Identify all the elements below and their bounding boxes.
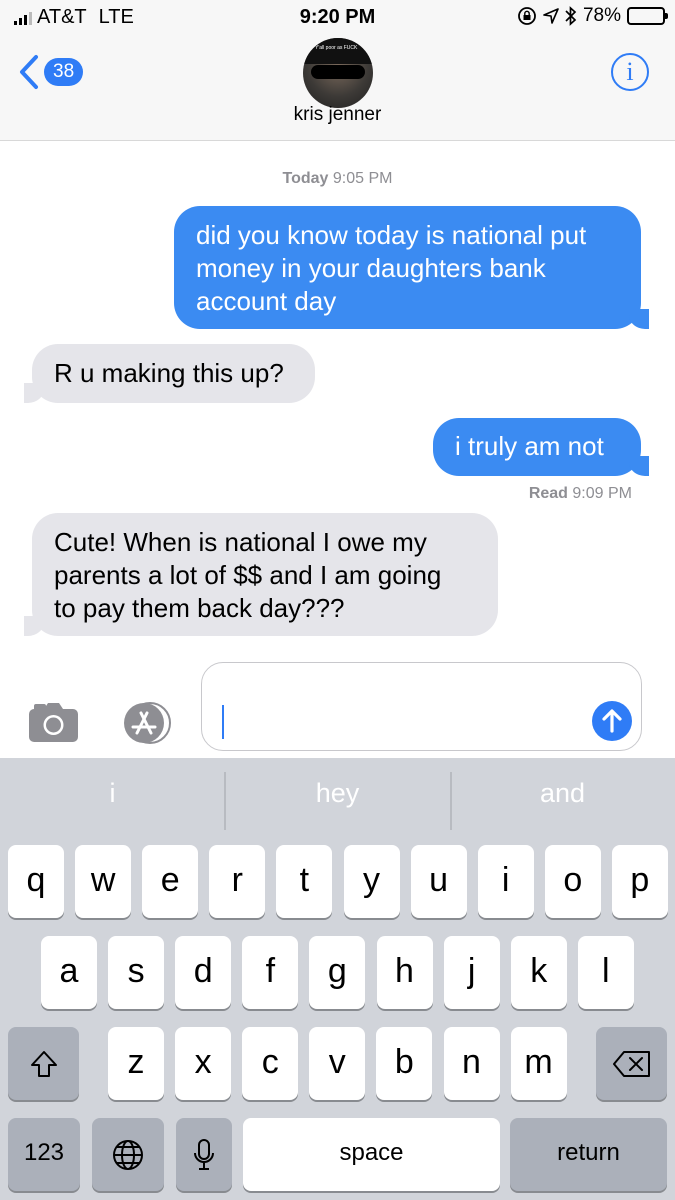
- avatar[interactable]: Y'all poor as FUCK: [303, 38, 373, 108]
- message-timestamp: Today 9:05 PM: [0, 170, 675, 188]
- message-bubble-sent[interactable]: i truly am not: [433, 418, 649, 476]
- key-j[interactable]: j: [443, 936, 500, 1009]
- key-r[interactable]: r: [209, 845, 266, 918]
- read-time: 9:09 PM: [572, 485, 632, 502]
- key-f[interactable]: f: [242, 936, 299, 1009]
- info-icon: i: [626, 57, 634, 86]
- message-bubble-received[interactable]: R u making this up?: [24, 344, 315, 403]
- key-w[interactable]: w: [75, 845, 132, 918]
- key-h[interactable]: h: [376, 936, 433, 1009]
- message-line: money in your daughters bank: [196, 253, 546, 283]
- message-line: to pay them back day???: [54, 593, 345, 623]
- key-x[interactable]: x: [175, 1027, 232, 1100]
- message-input[interactable]: [201, 662, 642, 751]
- message-line: did you know today is national put: [196, 220, 587, 250]
- chevron-left-icon: [20, 55, 38, 89]
- backspace-icon: [612, 1050, 650, 1077]
- suggestion[interactable]: hey: [225, 758, 450, 830]
- status-bar: AT&T LTE 9:20 PM 78%: [0, 0, 675, 36]
- battery-icon: [627, 7, 668, 25]
- key-y[interactable]: y: [343, 845, 400, 918]
- send-button[interactable]: [592, 701, 632, 741]
- key-b[interactable]: b: [376, 1027, 433, 1100]
- key-p[interactable]: p: [611, 845, 668, 918]
- info-button[interactable]: i: [611, 53, 649, 91]
- key-u[interactable]: u: [410, 845, 467, 918]
- key-a[interactable]: a: [41, 936, 97, 1009]
- back-button[interactable]: 38: [18, 54, 84, 90]
- shift-key[interactable]: [8, 1027, 79, 1100]
- key-c[interactable]: c: [242, 1027, 299, 1100]
- timestamp-time: 9:05 PM: [332, 170, 393, 187]
- read-label: Read: [528, 485, 568, 502]
- key-e[interactable]: e: [142, 845, 199, 918]
- location-icon: [543, 8, 559, 24]
- numbers-key[interactable]: 123: [8, 1118, 80, 1191]
- suggestion[interactable]: i: [0, 758, 225, 830]
- key-d[interactable]: d: [175, 936, 232, 1009]
- dictation-key[interactable]: [176, 1118, 232, 1191]
- unread-count-badge: 38: [44, 58, 84, 86]
- space-key[interactable]: space: [243, 1118, 500, 1191]
- key-v[interactable]: v: [309, 1027, 366, 1100]
- key-l[interactable]: l: [577, 936, 634, 1009]
- key-g[interactable]: g: [309, 936, 366, 1009]
- text-caret: [222, 705, 224, 739]
- camera-icon[interactable]: [28, 702, 79, 743]
- read-receipt: Read 9:09 PM: [529, 485, 632, 503]
- key-n[interactable]: n: [443, 1027, 500, 1100]
- battery-percent: 78%: [582, 5, 621, 26]
- avatar-caption: Y'all poor as FUCK: [315, 45, 358, 51]
- key-q[interactable]: q: [8, 845, 64, 918]
- microphone-icon: [194, 1138, 214, 1170]
- delete-key[interactable]: [596, 1027, 667, 1100]
- key-i[interactable]: i: [477, 845, 534, 918]
- shift-icon: [30, 1050, 57, 1077]
- message-line: Cute! When is national I owe my: [54, 527, 427, 557]
- key-k[interactable]: k: [510, 936, 567, 1009]
- message-line: R u making this up?: [54, 358, 284, 388]
- key-s[interactable]: s: [108, 936, 165, 1009]
- arrow-up-icon: [602, 709, 622, 733]
- keyboard: i hey and 123 space return qwertyuiopasd…: [0, 758, 675, 1200]
- bluetooth-icon: [565, 6, 577, 26]
- predictive-bar: i hey and: [0, 758, 675, 830]
- globe-icon: [113, 1139, 143, 1170]
- key-m[interactable]: m: [510, 1027, 567, 1100]
- suggestion[interactable]: and: [450, 758, 675, 830]
- message-line: account day: [196, 286, 337, 316]
- status-right: 78%: [517, 5, 668, 27]
- key-t[interactable]: t: [276, 845, 333, 918]
- message-bubble-sent[interactable]: did you know today is national put money…: [174, 206, 649, 329]
- globe-key[interactable]: [92, 1118, 164, 1191]
- app-store-icon[interactable]: [115, 702, 171, 744]
- return-key[interactable]: return: [510, 1118, 667, 1191]
- rotation-lock-icon: [518, 7, 536, 25]
- timestamp-day: Today: [282, 170, 329, 187]
- message-line: i truly am not: [455, 431, 604, 461]
- message-line: parents a lot of $$ and I am going: [54, 560, 442, 590]
- key-o[interactable]: o: [544, 845, 601, 918]
- contact-name[interactable]: kris jenner: [0, 104, 675, 126]
- key-z[interactable]: z: [108, 1027, 164, 1100]
- conversation-header: 38 Y'all poor as FUCK kris jenner i: [0, 36, 675, 141]
- message-bubble-received[interactable]: Cute! When is national I owe my parents …: [24, 513, 498, 636]
